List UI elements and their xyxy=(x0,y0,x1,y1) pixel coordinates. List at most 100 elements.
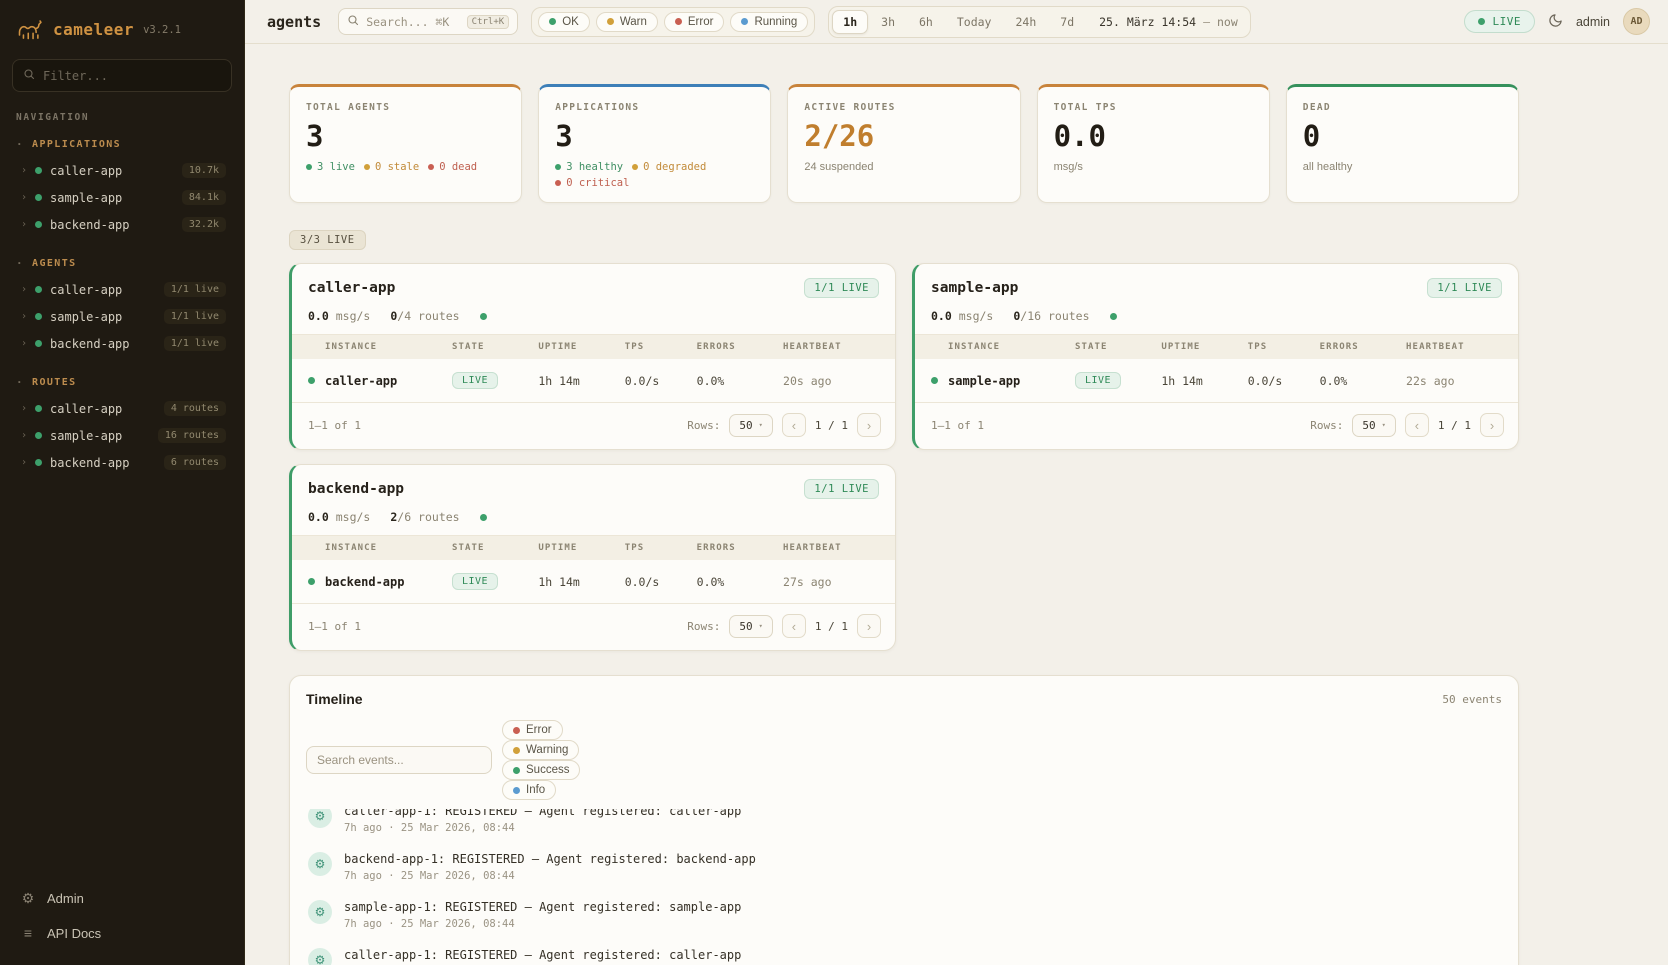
prev-page-button[interactable]: ‹ xyxy=(782,413,806,437)
status-dot xyxy=(35,194,42,201)
app-card-header: backend-app 1/1 LIVE xyxy=(292,465,895,510)
nav-item-label: caller-app xyxy=(50,402,122,416)
global-search[interactable]: Ctrl+K xyxy=(338,8,518,35)
sidebar-section-header-agents[interactable]: · AGENTS xyxy=(12,254,232,276)
status-dot xyxy=(931,377,938,384)
prev-page-button[interactable]: ‹ xyxy=(1405,413,1429,437)
next-page-button[interactable]: › xyxy=(1480,413,1504,437)
stat-sub-text: 0 dead xyxy=(439,161,477,173)
timeline-event[interactable]: ⚙ caller-app-1: REGISTERED — Agent regis… xyxy=(306,939,1502,965)
sidebar-item-agents-backend-app[interactable]: › backend-app 1/1 live xyxy=(12,330,232,357)
status-dot xyxy=(308,578,315,585)
filter-chip-ok[interactable]: OK xyxy=(538,12,590,32)
time-range-24h[interactable]: 24h xyxy=(1004,10,1047,34)
sidebar-section-header-applications[interactable]: · APPLICATIONS xyxy=(12,135,232,157)
next-page-button[interactable]: › xyxy=(857,413,881,437)
gear-icon: ⚙ xyxy=(308,948,332,965)
error-dot xyxy=(513,727,520,734)
avatar[interactable]: AD xyxy=(1623,8,1650,35)
health-dot xyxy=(480,313,487,320)
chevron-right-icon: › xyxy=(21,312,27,322)
section-bullet-icon: · xyxy=(16,376,24,389)
chevron-down-icon: ▾ xyxy=(759,622,763,630)
table-row[interactable]: backend-app LIVE 1h 14m 0.0/s 0.0% 27s a… xyxy=(292,560,895,603)
dark-mode-toggle[interactable] xyxy=(1548,13,1563,31)
timeline-filter-error[interactable]: Error xyxy=(502,720,563,740)
prev-page-button[interactable]: ‹ xyxy=(782,614,806,638)
sidebar-item-routes-caller-app[interactable]: › caller-app 4 routes xyxy=(12,395,232,422)
timeline-event[interactable]: ⚙ caller-app-1: REGISTERED — Agent regis… xyxy=(306,809,1502,843)
time-range-1h[interactable]: 1h xyxy=(832,10,868,34)
page-title: agents xyxy=(267,13,321,31)
rows-per-page-select[interactable]: 50▾ xyxy=(729,615,772,638)
sidebar-item-applications-sample-app[interactable]: › sample-app 84.1k xyxy=(12,184,232,211)
sidebar-item-applications-caller-app[interactable]: › caller-app 10.7k xyxy=(12,157,232,184)
sidebar-item-api-docs[interactable]: ≡ API Docs xyxy=(16,917,228,949)
column-instance: INSTANCE xyxy=(308,543,452,553)
nav-item-count: 84.1k xyxy=(182,190,226,205)
health-dot xyxy=(480,514,487,521)
stat-value: 2/26 xyxy=(804,122,1003,151)
section-bullet-icon: · xyxy=(16,257,24,270)
timeline-event[interactable]: ⚙ sample-app-1: REGISTERED — Agent regis… xyxy=(306,891,1502,939)
sidebar-section-header-routes[interactable]: · ROUTES xyxy=(12,373,232,395)
app-name: backend-app xyxy=(308,481,404,497)
sidebar-item-agents-sample-app[interactable]: › sample-app 1/1 live xyxy=(12,303,232,330)
event-text: sample-app-1: REGISTERED — Agent registe… xyxy=(344,900,741,914)
nav-item-count: 1/1 live xyxy=(164,282,226,297)
live-count-badge: 1/1 LIVE xyxy=(804,479,879,499)
sidebar-item-routes-sample-app[interactable]: › sample-app 16 routes xyxy=(12,422,232,449)
timeline-filter-info[interactable]: Info xyxy=(502,780,556,800)
content-scroll-area[interactable]: TOTAL AGENTS 3 3 live 0 stale 0 dead APP… xyxy=(245,44,1668,965)
chevron-right-icon: › xyxy=(21,339,27,349)
app-card-metrics: 0.0 msg/s 0/16 routes xyxy=(915,309,1518,335)
sidebar-item-routes-backend-app[interactable]: › backend-app 6 routes xyxy=(12,449,232,476)
heartbeat-cell: 27s ago xyxy=(783,575,879,589)
section-title: ROUTES xyxy=(32,377,77,388)
time-range-today[interactable]: Today xyxy=(946,10,1003,34)
column-tps: TPS xyxy=(625,342,697,352)
tps-value: 0.0 xyxy=(931,309,952,323)
section-title: AGENTS xyxy=(32,258,77,269)
time-range-7d[interactable]: 7d xyxy=(1049,10,1085,34)
rows-per-page-select[interactable]: 50▾ xyxy=(1352,414,1395,437)
timeline-filter-success[interactable]: Success xyxy=(502,760,580,780)
sidebar-filter-input[interactable] xyxy=(43,69,221,83)
column-instance: INSTANCE xyxy=(308,342,452,352)
sidebar-section-agents: · AGENTS › caller-app 1/1 live › sample-… xyxy=(12,254,232,357)
timeline-search[interactable] xyxy=(306,746,492,774)
sidebar-item-agents-caller-app[interactable]: › caller-app 1/1 live xyxy=(12,276,232,303)
filter-chip-warn[interactable]: Warn xyxy=(596,12,658,32)
rows-label: Rows: xyxy=(1310,419,1343,432)
status-dot xyxy=(35,432,42,439)
timeline-filter-warning[interactable]: Warning xyxy=(502,740,579,760)
table-row[interactable]: sample-app LIVE 1h 14m 0.0/s 0.0% 22s ag… xyxy=(915,359,1518,402)
error-dot xyxy=(428,164,434,170)
rows-per-page-select[interactable]: 50▾ xyxy=(729,414,772,437)
search-input[interactable] xyxy=(366,15,459,29)
sidebar-item-applications-backend-app[interactable]: › backend-app 32.2k xyxy=(12,211,232,238)
tps-cell: 0.0/s xyxy=(1248,374,1320,388)
nav-item-count: 4 routes xyxy=(164,401,226,416)
ok-dot xyxy=(513,767,520,774)
status-dot xyxy=(308,377,315,384)
sidebar-filter[interactable] xyxy=(12,59,232,92)
timeline-event[interactable]: ⚙ backend-app-1: REGISTERED — Agent regi… xyxy=(306,843,1502,891)
event-time: 7h ago · 25 Mar 2026, 08:44 xyxy=(344,870,756,882)
next-page-button[interactable]: › xyxy=(857,614,881,638)
time-range-3h[interactable]: 3h xyxy=(870,10,906,34)
timeline-events-list[interactable]: ⚙ caller-app-1: REGISTERED — Agent regis… xyxy=(306,809,1502,965)
event-text: caller-app-1: REGISTERED — Agent registe… xyxy=(344,948,741,962)
column-errors: ERRORS xyxy=(697,342,783,352)
date-end: now xyxy=(1217,15,1238,29)
column-state: STATE xyxy=(452,342,538,352)
sidebar-item-admin[interactable]: ⚙ Admin xyxy=(16,882,228,915)
content: TOTAL AGENTS 3 3 live 0 stale 0 dead APP… xyxy=(289,84,1519,965)
table-row[interactable]: caller-app LIVE 1h 14m 0.0/s 0.0% 20s ag… xyxy=(292,359,895,402)
timeline-search-input[interactable] xyxy=(317,753,481,767)
warn-dot xyxy=(513,747,520,754)
uptime-cell: 1h 14m xyxy=(1161,374,1247,388)
time-range-6h[interactable]: 6h xyxy=(908,10,944,34)
filter-chip-running[interactable]: Running xyxy=(730,12,808,32)
filter-chip-error[interactable]: Error xyxy=(664,12,725,32)
